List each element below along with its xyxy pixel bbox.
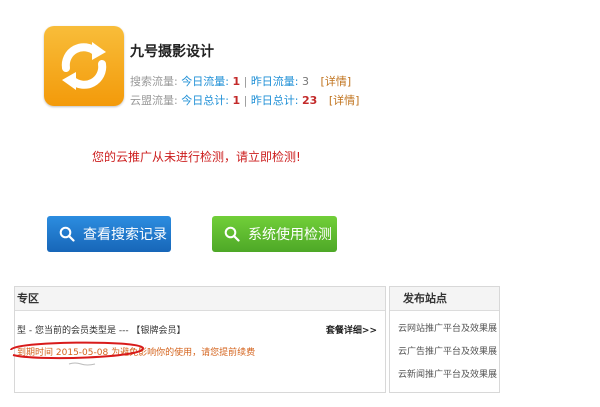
search-icon	[59, 226, 75, 242]
search-records-button[interactable]: 查看搜索记录	[47, 216, 171, 252]
member-type-close: 】	[176, 326, 186, 336]
cloud-traffic-label: 云盟流量:	[130, 94, 178, 107]
package-detail-link[interactable]: 套餐详细>>	[326, 323, 377, 336]
app-logo	[44, 26, 124, 106]
scribble-mark	[68, 362, 96, 366]
list-item[interactable]: 云广告推广平台及效果展	[398, 344, 497, 367]
cloud-traffic-row: 云盟流量: 今日总计: 1 | 昨日总计: 23 [详情]	[130, 92, 359, 108]
yesterday-traffic-label: 昨日流量:	[250, 75, 299, 88]
publish-sites-list: 云网站推广平台及效果展 云广告推广平台及效果展 云新闻推广平台及效果展	[398, 321, 497, 390]
detection-warning: 您的云推广从未进行检测，请立即检测!	[92, 150, 301, 164]
search-records-label: 查看搜索记录	[83, 227, 167, 243]
yesterday-total-value: 23	[302, 94, 318, 107]
search-traffic-label: 搜索流量:	[130, 75, 178, 88]
refresh-arrows-icon	[61, 42, 107, 90]
system-check-button[interactable]: 系统使用检测	[212, 216, 337, 252]
member-panel-title: 专区	[15, 287, 385, 311]
today-traffic-value: 1	[232, 75, 241, 88]
today-total-value: 1	[232, 94, 241, 107]
search-detail-link[interactable]: [详情]	[321, 75, 352, 88]
today-traffic-label: 今日流量:	[181, 75, 229, 88]
member-type-line: 型 - 您当前的会员类型是 --- 【银牌会员】	[17, 323, 185, 336]
publish-sites-title: 发布站点	[390, 287, 499, 311]
system-check-label: 系统使用检测	[248, 227, 332, 243]
list-item[interactable]: 云新闻推广平台及效果展	[398, 367, 497, 390]
publish-sites-panel: 发布站点 云网站推广平台及效果展 云广告推广平台及效果展 云新闻推广平台及效果展	[389, 286, 500, 393]
yesterday-total-label: 昨日总计:	[250, 94, 299, 107]
cloud-detail-link[interactable]: [详情]	[329, 94, 360, 107]
today-total-label: 今日总计:	[181, 94, 229, 107]
separator: |	[243, 94, 248, 107]
site-name: 九号摄影设计	[130, 44, 214, 60]
separator: |	[243, 75, 248, 88]
yesterday-traffic-value: 3	[302, 75, 310, 88]
member-type-value: 银牌会员	[140, 326, 177, 336]
member-panel: 专区 型 - 您当前的会员类型是 --- 【银牌会员】 套餐详细>> 到期时间 …	[10, 286, 386, 393]
search-traffic-row: 搜索流量: 今日流量: 1 | 昨日流量: 3 [详情]	[130, 73, 351, 89]
list-item[interactable]: 云网站推广平台及效果展	[398, 321, 497, 344]
search-icon	[224, 226, 240, 242]
member-type-text: 型 - 您当前的会员类型是 --- 【	[17, 326, 141, 336]
highlight-oval	[10, 341, 145, 360]
